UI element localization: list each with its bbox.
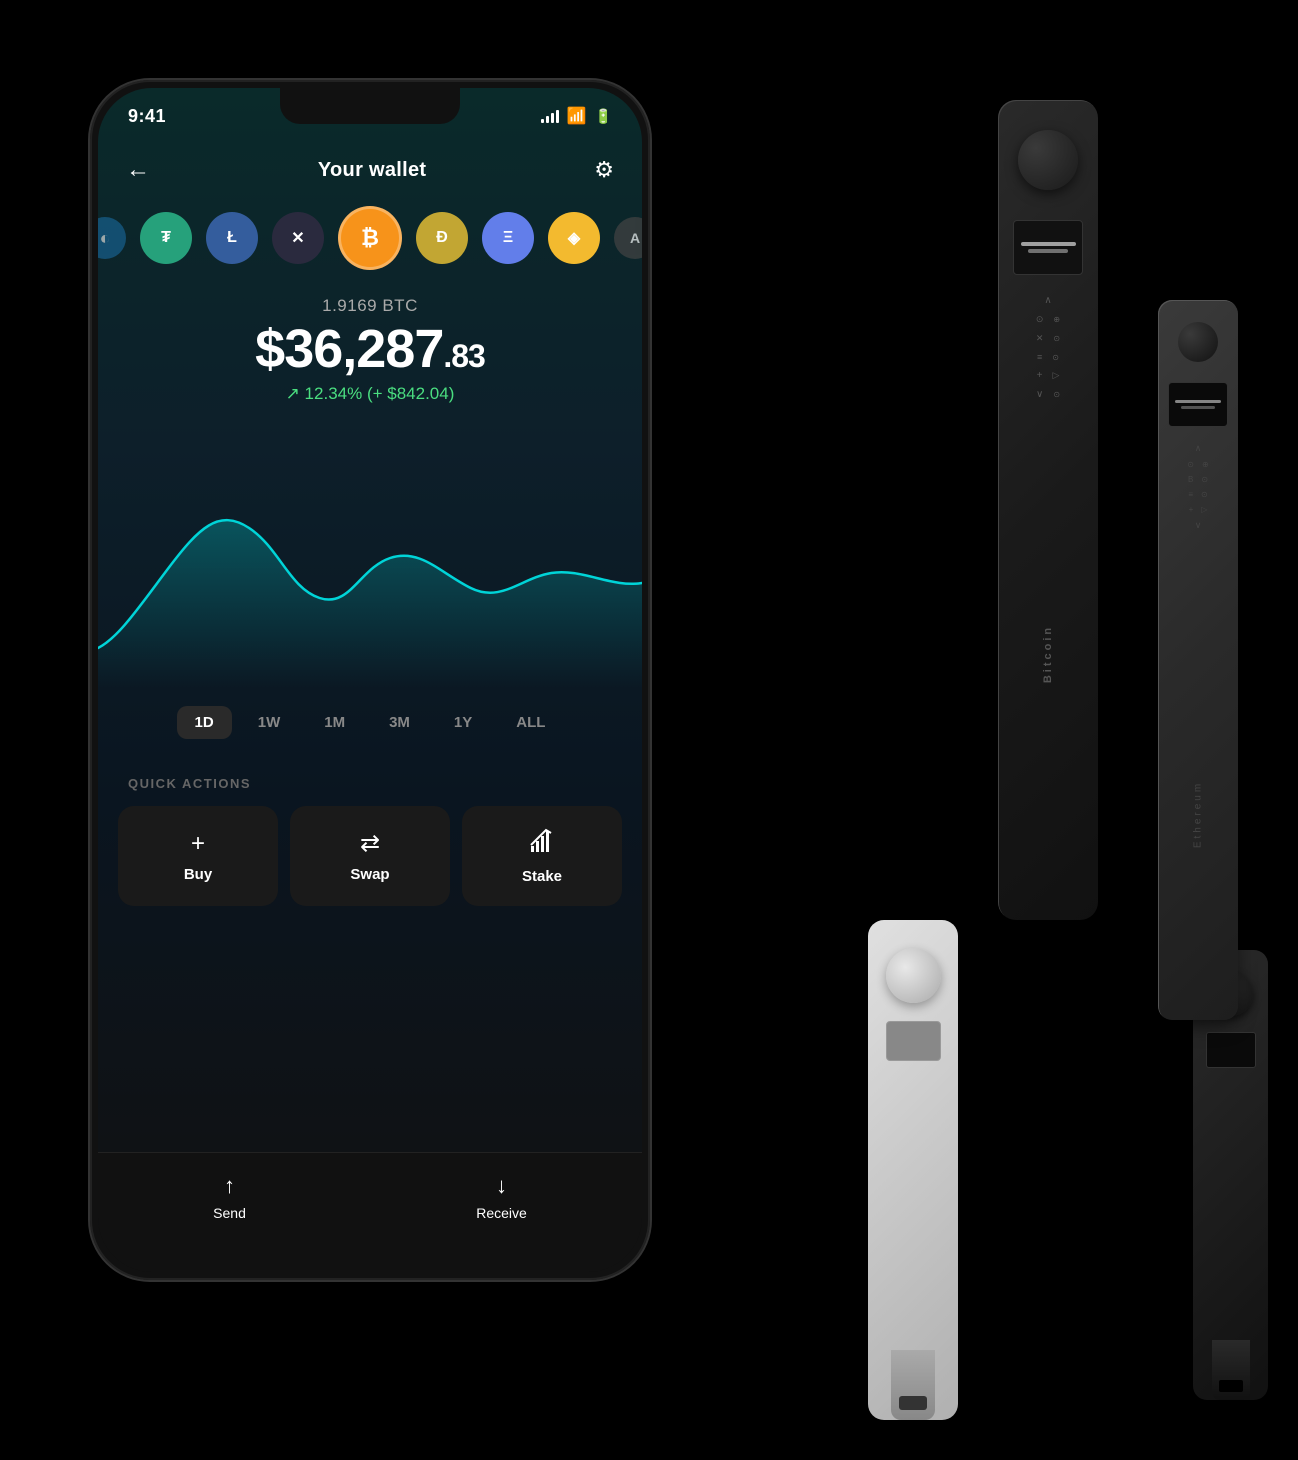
crypto-icons-row: ◐ ₮ Ł ✕ ₿ Ð Ξ ◈ A <box>98 206 642 270</box>
screen-line-2 <box>1028 249 1068 253</box>
notch <box>280 88 460 124</box>
ledger-controls: ∧ ⊙ ⊕ ✕ ⊙ ≡ ⊙ + ▷ ∨ ⊙ <box>1013 295 1083 400</box>
settings-button[interactable]: ⚙ <box>594 157 614 183</box>
bottom-bar: ↑ Send ↓ Receive <box>98 1152 642 1272</box>
time-filter-all[interactable]: ALL <box>498 706 563 739</box>
buy-label: Buy <box>184 866 212 883</box>
crypto-icon-algo[interactable]: A <box>614 217 642 259</box>
price-chart <box>98 448 642 688</box>
swap-icon: ⇄ <box>360 829 380 858</box>
ledger-nano-x-label: Bitcoin <box>1042 625 1054 683</box>
time-filter-1m[interactable]: 1M <box>306 706 363 739</box>
time-filter-1d[interactable]: 1D <box>177 706 232 739</box>
buy-button[interactable]: + Buy <box>118 806 278 906</box>
receive-label: Receive <box>476 1205 527 1221</box>
swap-label: Swap <box>350 866 389 883</box>
swap-button[interactable]: ⇄ Swap <box>290 806 450 906</box>
signal-icon <box>541 109 559 123</box>
stake-label: Stake <box>522 868 562 885</box>
stake-icon <box>529 828 555 860</box>
wifi-icon: 📶 <box>567 106 587 126</box>
ledger-nano-s: ∧ ⊙⊕ B⊙ ≡⊙ +▷ ∨ Ethereum <box>1158 300 1238 1020</box>
scene: 9:41 📶 🔋 ← Your wallet ⚙ <box>0 0 1298 1460</box>
status-time: 9:41 <box>128 106 166 127</box>
balance-usd-cents: .83 <box>443 338 484 374</box>
stake-button[interactable]: Stake <box>462 806 622 906</box>
ledger-nano-x-screen <box>1013 220 1083 275</box>
crypto-icon-doge[interactable]: Ð <box>416 212 468 264</box>
crypto-icon-xrp[interactable]: ✕ <box>272 212 324 264</box>
buy-icon: + <box>191 830 205 858</box>
send-icon: ↑ <box>224 1173 235 1199</box>
receive-action[interactable]: ↓ Receive <box>476 1173 527 1221</box>
phone-device: 9:41 📶 🔋 ← Your wallet ⚙ <box>90 80 650 1280</box>
time-filter-1w[interactable]: 1W <box>240 706 299 739</box>
battery-icon: 🔋 <box>595 108 612 125</box>
crypto-icon-tether[interactable]: ₮ <box>140 212 192 264</box>
quick-actions-label: QUICK ACTIONS <box>128 776 251 791</box>
ledger-white-button <box>886 948 941 1003</box>
app-header: ← Your wallet ⚙ <box>98 144 642 196</box>
balance-change-usd: (+ $842.04) <box>367 384 454 403</box>
time-filters: 1D 1W 1M 3M 1Y ALL <box>98 706 642 739</box>
crypto-icon-ethereum[interactable]: Ξ <box>482 212 534 264</box>
ledger-nano-x: ∧ ⊙ ⊕ ✕ ⊙ ≡ ⊙ + ▷ ∨ ⊙ Bitcoin <box>998 100 1098 920</box>
ledger-nano-white <box>868 920 958 1420</box>
send-action[interactable]: ↑ Send <box>213 1173 246 1221</box>
page-title: Your wallet <box>318 159 427 182</box>
status-icons: 📶 🔋 <box>541 106 612 126</box>
balance-usd: $36,287.83 <box>255 322 485 376</box>
balance-change: ↗ 12.34% (+ $842.04) <box>286 384 455 404</box>
balance-area: 1.9169 BTC $36,287.83 ↗ 12.34% (+ $842.0… <box>98 296 642 404</box>
send-label: Send <box>213 1205 246 1221</box>
balance-usd-whole: $36,287 <box>255 319 443 379</box>
balance-crypto: 1.9169 BTC <box>322 296 418 316</box>
ledger-nano-x-button <box>1018 130 1078 190</box>
screen-line-1 <box>1021 242 1076 246</box>
crypto-icon-partial[interactable]: ◐ <box>98 217 126 259</box>
crypto-icon-binance[interactable]: ◈ <box>548 212 600 264</box>
phone-screen: 9:41 📶 🔋 ← Your wallet ⚙ <box>98 88 642 1272</box>
crypto-icon-litecoin[interactable]: Ł <box>206 212 258 264</box>
time-filter-3m[interactable]: 3M <box>371 706 428 739</box>
crypto-icon-bitcoin[interactable]: ₿ <box>338 206 402 270</box>
time-filter-1y[interactable]: 1Y <box>436 706 490 739</box>
receive-icon: ↓ <box>496 1173 507 1199</box>
back-button[interactable]: ← <box>126 156 150 184</box>
quick-actions-row: + Buy ⇄ Swap <box>118 806 622 906</box>
balance-change-percent: ↗ 12.34% <box>286 384 363 403</box>
